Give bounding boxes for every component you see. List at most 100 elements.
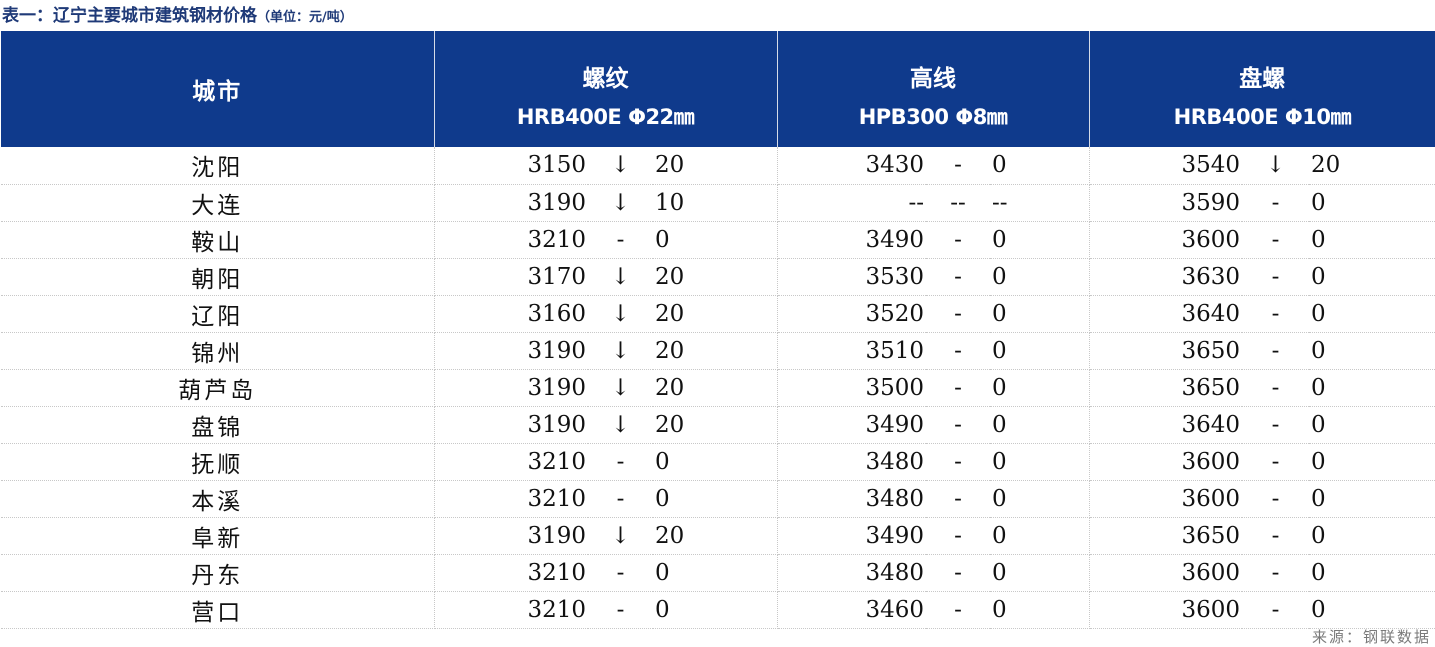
table-row: 辽阳 3160 ↓ 20 3520-0 3640-0 [1,295,1435,333]
wire-rod-change-amount-cell: 0 [990,517,1090,555]
city-column-header: 城市 [1,31,435,147]
wire-rod-header-name: 高线 [910,66,957,92]
coil-price-cell: 3640 [1089,406,1243,444]
coil-change-amount-cell: 0 [1309,443,1435,481]
city-name-cell: 盘锦 [1,406,435,444]
city-name-cell: 本溪 [1,480,435,518]
table-caption: 表一：辽宁主要城市建筑钢材价格（单位：元/吨） [2,3,353,29]
rebar-change-amount-cell: 0 [653,554,778,592]
wire-rod-price-cell: 3520 [777,295,927,333]
rebar-change-amount-cell: 20 [653,147,778,185]
coil-price-cell: 3590 [1089,184,1243,222]
source-note: 来源：钢联数据 [1311,628,1431,646]
rebar-change-amount-cell: 0 [653,443,778,481]
wire-rod-price-cell: 3460 [777,591,927,629]
coil-change-amount-cell: 0 [1309,480,1435,518]
down-arrow-icon: ↓ [1242,147,1310,185]
city-name-cell: 锦州 [1,332,435,370]
coil-header-spec: HRB400E Φ10㎜ [1173,105,1352,129]
rebar-change-amount-cell: 0 [653,591,778,629]
wire-rod-change-dash: - [926,443,991,481]
down-arrow-icon: ↓ [588,147,653,185]
table-row: 盘锦 3190 ↓ 20 3490-0 3640-0 [1,406,1435,444]
wire-rod-change-amount-cell: 0 [990,147,1090,185]
coil-change-amount-cell: 0 [1309,332,1435,370]
city-name-cell: 丹东 [1,554,435,592]
coil-header-name: 盘螺 [1239,66,1286,92]
city-name-cell: 沈阳 [1,147,435,185]
wire-rod-change-dash: - [926,332,991,370]
wire-rod-change-dash: - [926,406,991,444]
table-row: 鞍山 3210-0 3490-0 3600-0 [1,221,1435,259]
wire-rod-change-amount-cell: -- [990,184,1090,222]
coil-change-dash: - [1242,480,1310,518]
coil-change-amount-cell: 0 [1309,221,1435,259]
wire-rod-price-cell: 3480 [777,443,927,481]
coil-price-cell: 3650 [1089,332,1243,370]
table-row: 大连 3190 ↓ 10 -- -- -- 3590-0 [1,184,1435,222]
coil-change-amount-cell: 0 [1309,369,1435,407]
down-arrow-icon: ↓ [588,332,653,370]
wire-rod-change-dash: - [926,480,991,518]
wire-rod-price-cell: 3480 [777,480,927,518]
rebar-price-cell: 3190 [434,369,588,407]
wire-rod-price-cell: 3430 [777,147,927,185]
coil-change-dash: - [1242,184,1310,222]
rebar-change-amount-cell: 20 [653,517,778,555]
coil-change-dash: - [1242,406,1310,444]
wire-rod-change-amount-cell: 0 [990,221,1090,259]
down-arrow-icon: ↓ [588,184,653,222]
coil-price-cell: 3600 [1089,591,1243,629]
coil-column-header: 盘螺 HRB400E Φ10㎜ [1089,31,1435,147]
wire-rod-change-dash: - [926,295,991,333]
coil-change-amount-cell: 0 [1309,295,1435,333]
rebar-price-cell: 3170 [434,258,588,296]
coil-price-cell: 3650 [1089,517,1243,555]
coil-price-cell: 3630 [1089,258,1243,296]
city-name-cell: 辽阳 [1,295,435,333]
coil-change-dash: - [1242,554,1310,592]
coil-change-amount-cell: 0 [1309,184,1435,222]
down-arrow-icon: ↓ [588,258,653,296]
wire-rod-change-dash: - [926,517,991,555]
coil-change-dash: - [1242,221,1310,259]
rebar-price-cell: 3210 [434,443,588,481]
table-title: 表一：辽宁主要城市建筑钢材价格 [2,6,257,26]
rebar-change-amount-cell: 20 [653,369,778,407]
table-unit: （单位：元/吨） [257,10,353,25]
coil-change-dash: - [1242,591,1310,629]
coil-price-cell: 3600 [1089,554,1243,592]
coil-change-dash: - [1242,332,1310,370]
coil-change-amount-cell: 0 [1309,258,1435,296]
down-arrow-icon: ↓ [588,517,653,555]
down-arrow-icon: ↓ [588,295,653,333]
table-row: 丹东 3210-0 3480-0 3600-0 [1,554,1435,592]
rebar-change-amount-cell: 20 [653,258,778,296]
rebar-price-cell: 3160 [434,295,588,333]
wire-rod-price-cell: 3480 [777,554,927,592]
wire-rod-price-cell: 3500 [777,369,927,407]
rebar-price-cell: 3210 [434,221,588,259]
rebar-change-dash: - [588,443,653,481]
city-name-cell: 大连 [1,184,435,222]
coil-change-dash: - [1242,295,1310,333]
rebar-header-spec: HRB400E Φ22㎜ [516,105,695,129]
rebar-price-cell: 3190 [434,406,588,444]
rebar-header-name: 螺纹 [582,66,629,92]
rebar-change-amount-cell: 10 [653,184,778,222]
rebar-price-cell: 3190 [434,332,588,370]
city-name-cell: 鞍山 [1,221,435,259]
rebar-price-cell: 3150 [434,147,588,185]
rebar-price-cell: 3210 [434,480,588,518]
wire-rod-change-amount-cell: 0 [990,258,1090,296]
rebar-price-cell: 3190 [434,517,588,555]
table-row: 锦州 3190 ↓ 20 3510-0 3650-0 [1,332,1435,370]
coil-change-dash: - [1242,517,1310,555]
wire-rod-change-dash: - [926,221,991,259]
wire-rod-price-cell: 3490 [777,517,927,555]
rebar-change-dash: - [588,591,653,629]
city-name-cell: 阜新 [1,517,435,555]
table-row: 阜新 3190 ↓ 20 3490-0 3650-0 [1,517,1435,555]
wire-rod-change-amount-cell: 0 [990,369,1090,407]
rebar-change-amount-cell: 20 [653,406,778,444]
